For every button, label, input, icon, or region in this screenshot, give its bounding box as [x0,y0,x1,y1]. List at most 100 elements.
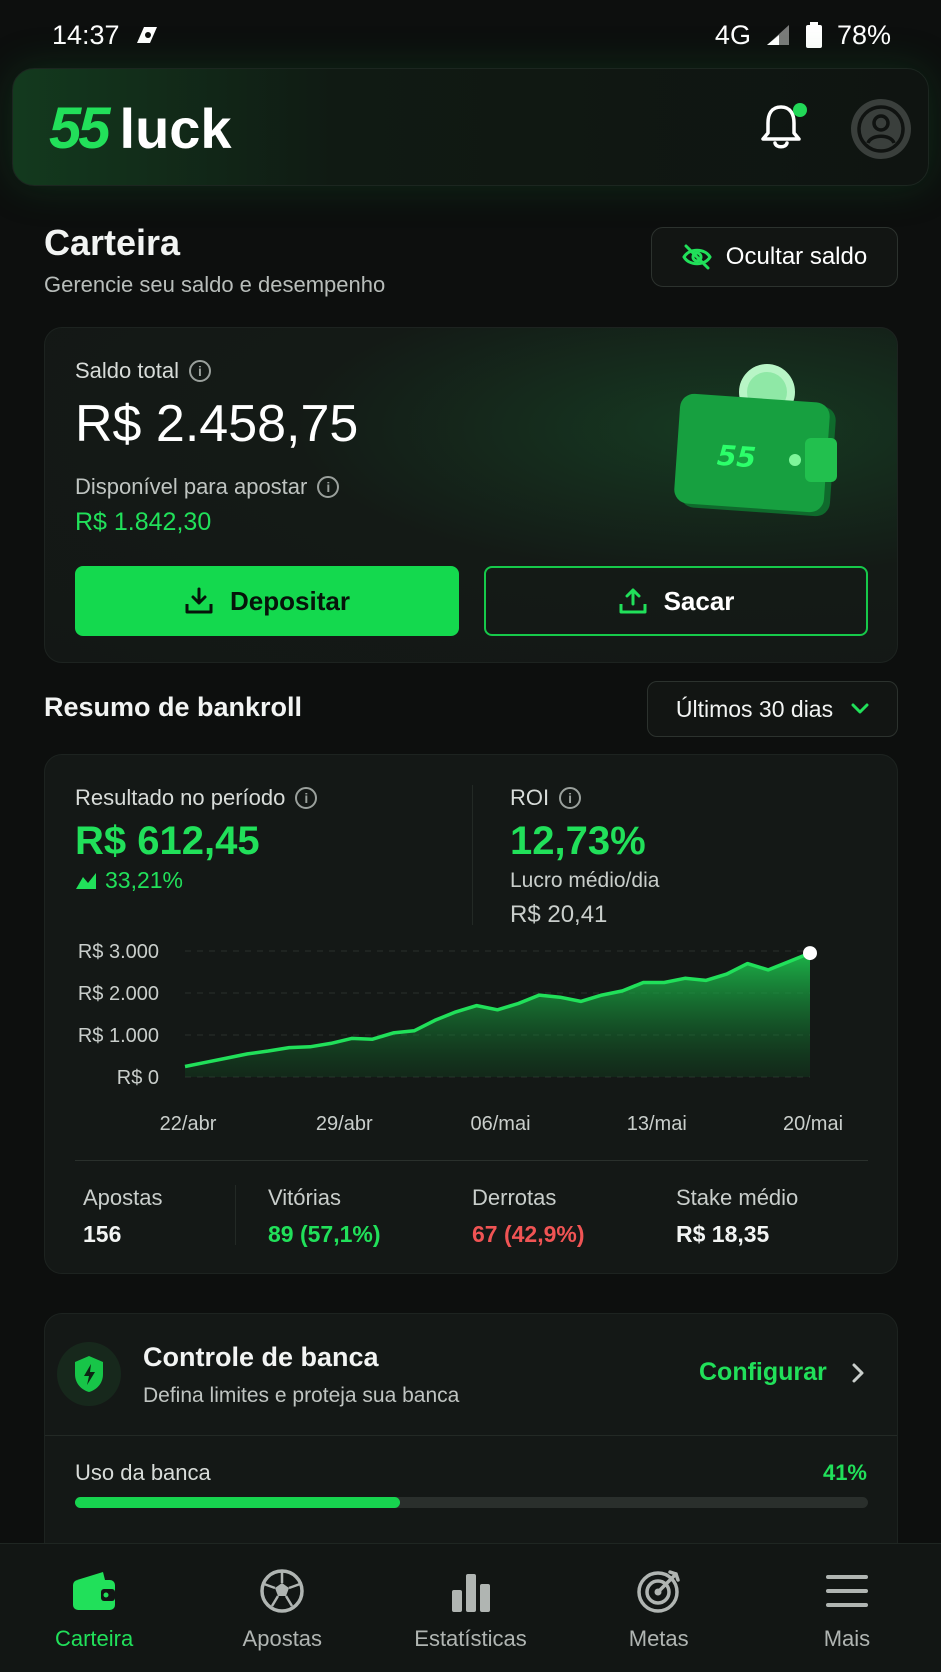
trend-up-icon [76,872,96,889]
control-title: Controle de banca [143,1342,379,1372]
metrics-divider [472,785,473,925]
bankroll-section-title: Resumo de bankroll [44,692,303,722]
eye-off-icon [682,244,712,270]
stat-losses: Derrotas 67 (42,9%) [472,1185,585,1248]
logo-number: 55 [49,96,110,161]
info-icon[interactable]: i [317,476,340,498]
total-balance-value: R$ 2.458,75 [75,395,359,453]
shield-badge [57,1342,121,1406]
result-label: Resultado no período [75,785,286,810]
menu-icon [822,1566,872,1616]
x-tick-label: 29/abr [316,1113,373,1135]
available-label: Disponível para apostar [75,474,308,499]
y-tick-label: R$ 1.000 [78,1025,159,1047]
page-title: Carteira [44,222,181,263]
info-icon[interactable]: i [295,787,318,809]
page-subtitle: Gerencie seu saldo e desempenho [44,272,386,297]
deposit-button[interactable]: Depositar [75,566,459,636]
x-tick-label: 13/mai [627,1113,687,1135]
configure-label: Configurar [699,1358,827,1386]
result-value: R$ 612,45 [75,819,260,863]
app-logo[interactable]: 55 luck [49,95,232,162]
nav-label: Estatísticas [414,1626,527,1651]
nav-item-estatisticas[interactable]: Estatísticas [376,1544,564,1672]
total-balance-label-row: Saldo total i [75,358,211,384]
x-tick-label: 20/mai [783,1113,843,1135]
available-value: R$ 1.842,30 [75,508,212,536]
avg-profit-label: Lucro médio/dia [510,869,660,892]
nav-item-carteira[interactable]: Carteira [0,1544,188,1672]
chart-last-point[interactable] [803,946,817,961]
result-label-row: Resultado no período i [75,785,318,811]
losses-label: Derrotas [472,1185,557,1210]
download-icon [185,587,213,614]
configure-link[interactable]: Configurar [699,1358,865,1387]
result-change-value: 33,21% [105,867,184,893]
x-tick-label: 22/abr [160,1113,217,1135]
withdraw-label: Sacar [663,585,735,616]
roi-value: 12,73% [510,819,646,863]
avg-profit-value: R$ 20,41 [510,901,608,928]
stat-divider [235,1185,236,1245]
wins-label: Vitórias [268,1185,341,1210]
status-bar: 14:37 4G 78% [0,0,941,70]
logo-word: luck [119,97,232,160]
wallet-brand: 55 [716,439,757,475]
soccer-ball-icon [257,1566,307,1616]
roi-label-row: ROI i [510,785,582,811]
stat-bets: Apostas 156 [83,1185,163,1248]
hide-balance-button[interactable]: Ocultar saldo [651,227,898,287]
info-icon[interactable]: i [188,360,211,382]
y-tick-label: R$ 2.000 [78,983,159,1005]
y-tick-label: R$ 3.000 [78,941,159,963]
period-value: Últimos 30 dias [675,695,834,722]
signal-icon [766,25,789,45]
upload-icon [619,588,647,614]
hide-balance-label: Ocultar saldo [725,243,868,270]
withdraw-button[interactable]: Sacar [484,566,868,636]
notifications-button[interactable] [759,103,807,153]
bankroll-card: Resultado no período i R$ 612,45 33,21% … [44,754,898,1274]
period-select[interactable]: Últimos 30 dias [647,681,898,737]
status-time: 14:37 [52,19,120,50]
wins-value: 89 (57,1%) [268,1221,381,1247]
profile-avatar[interactable] [851,99,911,159]
bets-label: Apostas [83,1185,163,1210]
battery-level: 78% [836,19,891,50]
roi-label: ROI [510,785,550,810]
user-icon [857,105,905,153]
bar-chart-icon [446,1566,496,1616]
chevron-right-icon [852,1363,864,1382]
nav-item-metas[interactable]: Metas [565,1544,753,1672]
control-subtitle: Defina limites e proteja sua banca [143,1384,460,1407]
result-change: 33,21% [75,867,183,894]
bets-value: 156 [83,1221,122,1247]
nav-label: Metas [628,1626,689,1651]
notification-app-icon [136,27,157,43]
deposit-label: Depositar [230,585,350,616]
stat-wins: Vitórias 89 (57,1%) [268,1185,381,1248]
target-icon [634,1566,684,1616]
wallet-illustration: 55 [674,364,837,517]
bankroll-chart: R$ 3.000 R$ 2.000 R$ 1.000 R$ 0 22/abr 29/abr… [78,941,843,1135]
usage-label: Uso da banca [75,1460,211,1485]
nav-item-mais[interactable]: Mais [753,1544,941,1672]
app-header: 55 luck [12,68,929,186]
available-label-row: Disponível para apostar i [75,474,340,500]
wallet-icon [69,1566,119,1616]
chart-area [185,953,810,1077]
balance-card: Saldo total i R$ 2.458,75 Disponível par… [44,327,898,663]
shield-icon [75,1356,103,1392]
info-icon[interactable]: i [559,787,582,809]
chevron-down-icon [851,703,869,714]
stat-stake: Stake médio R$ 18,35 [676,1185,798,1248]
nav-label: Mais [823,1626,871,1651]
network-label: 4G [714,19,751,50]
nav-label: Carteira [54,1626,134,1651]
usage-value: 41% [822,1460,867,1485]
stake-value: R$ 18,35 [676,1221,770,1247]
y-tick-label: R$ 0 [117,1067,159,1089]
nav-item-apostas[interactable]: Apostas [188,1544,376,1672]
stats-divider [75,1160,868,1161]
nav-label: Apostas [242,1626,323,1651]
